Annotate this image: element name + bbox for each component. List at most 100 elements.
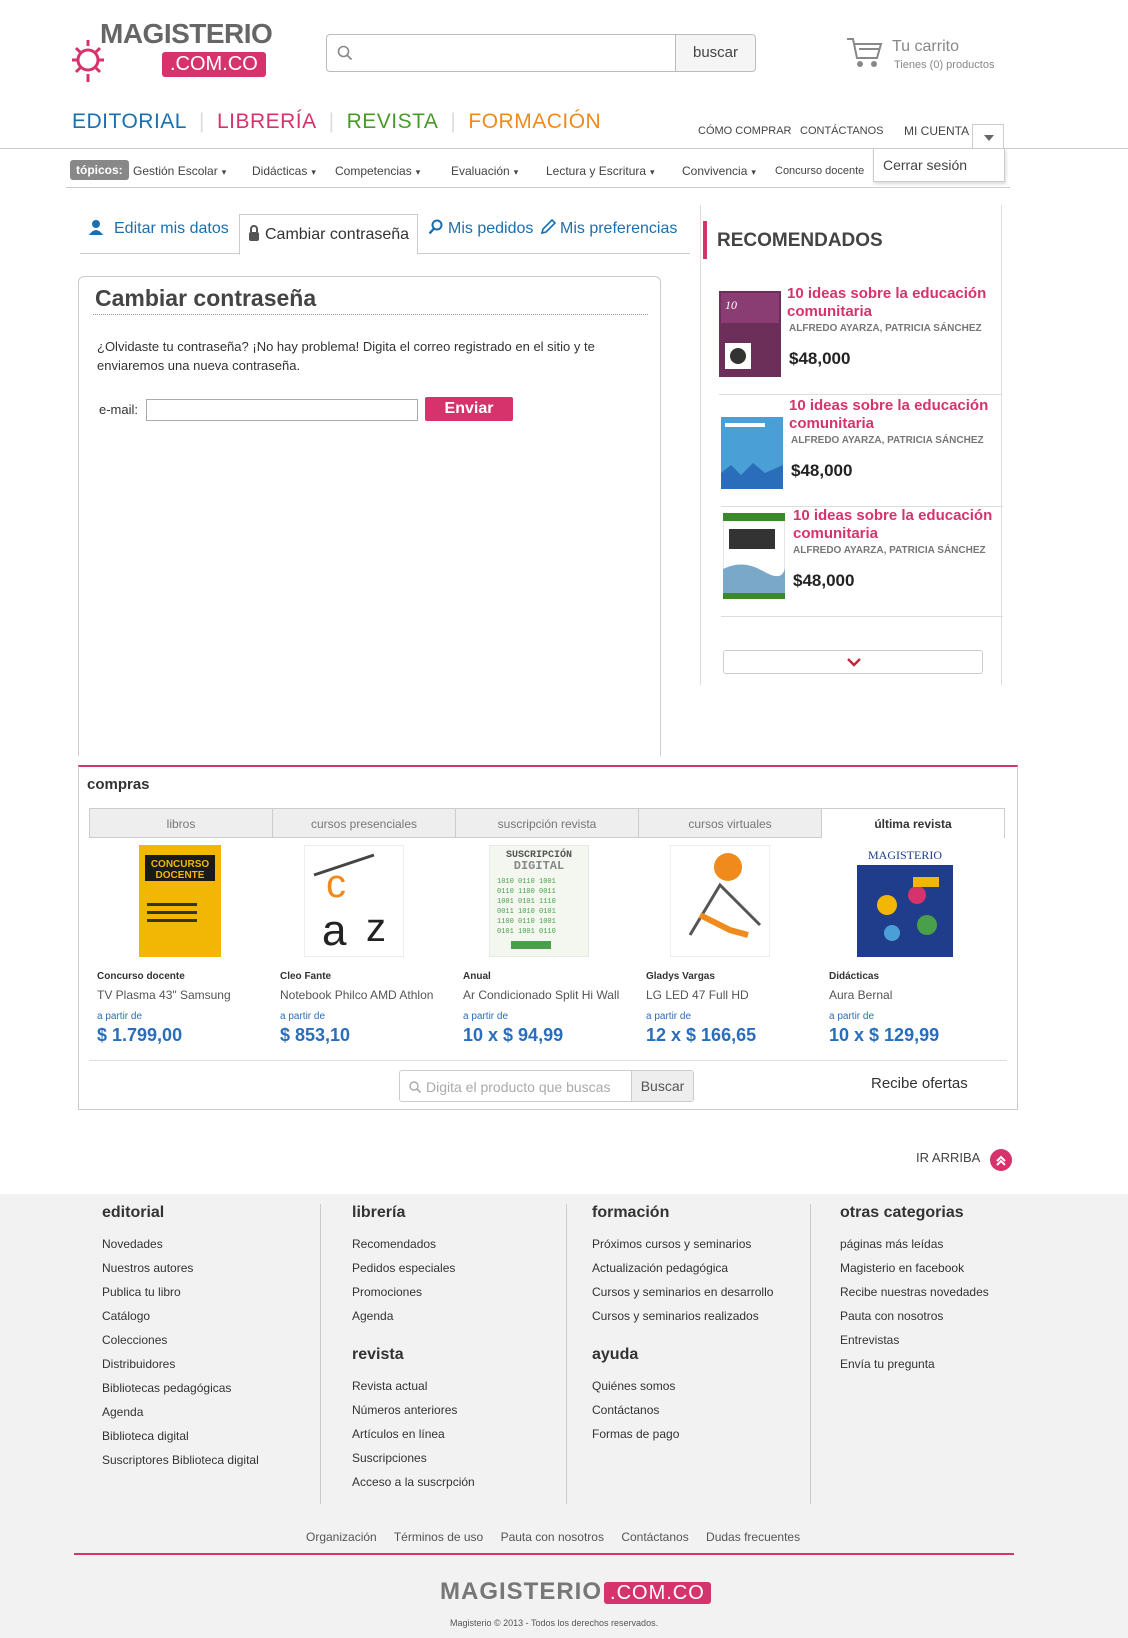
book-title[interactable]: 10 ideas sobre la educación comunitaria — [787, 285, 1007, 321]
tab-last-magazine[interactable]: última revista — [821, 808, 1005, 838]
topic-item[interactable]: Convivencia ▾ — [682, 164, 756, 178]
footer-link[interactable]: Promociones — [352, 1280, 475, 1304]
chevron-up-icon[interactable] — [990, 1149, 1012, 1171]
product-image — [670, 845, 770, 957]
footer-link[interactable]: Pauta con nosotros — [840, 1304, 989, 1328]
footer-bottom-link[interactable]: Dudas frecuentes — [706, 1530, 800, 1544]
tab-change-password[interactable]: Cambiar contraseña — [239, 214, 419, 255]
product-card[interactable]: MAGISTERIO Didácticas Aura Bernal a part… — [817, 845, 991, 1050]
link-mi-cuenta[interactable]: MI CUENTA — [904, 124, 969, 138]
topic-item[interactable]: Gestión Escolar ▾ — [133, 164, 226, 178]
nav-separator: | — [198, 110, 205, 133]
recommended-item[interactable]: 10 ideas sobre la educación comunitaria … — [721, 507, 1003, 617]
product-card[interactable]: c a z Cleo Fante Notebook Philco AMD Ath… — [268, 845, 442, 1050]
footer-link[interactable]: páginas más leídas — [840, 1232, 989, 1256]
footer-link[interactable]: Catálogo — [102, 1304, 259, 1328]
tab-my-orders[interactable]: Mis pedidos — [428, 214, 533, 254]
product-name[interactable]: Aura Bernal — [829, 988, 892, 1002]
product-price: $ 853,10 — [280, 1025, 351, 1045]
product-search-button[interactable]: Buscar — [631, 1071, 693, 1101]
footer-bottom-link[interactable]: Términos de uso — [394, 1530, 483, 1544]
footer-link[interactable]: Magisterio en facebook — [840, 1256, 989, 1280]
logout-menu-item[interactable]: Cerrar sesión — [883, 157, 995, 173]
load-more-button[interactable] — [723, 650, 983, 674]
footer-logo[interactable]: MAGISTERIO .COM.CO — [440, 1578, 711, 1606]
cart[interactable]: Tu carrito Tienes (0) productos — [846, 36, 1026, 76]
product-name[interactable]: Notebook Philco AMD Athlon — [280, 988, 433, 1002]
footer-link[interactable]: Agenda — [102, 1400, 259, 1424]
footer-bottom-link[interactable]: Pauta con nosotros — [501, 1530, 604, 1544]
topic-item[interactable]: Competencias ▾ — [335, 164, 420, 178]
footer-link[interactable]: Quiénes somos — [592, 1374, 773, 1398]
nav-libreria[interactable]: LIBRERÍA — [217, 110, 317, 133]
footer-link[interactable]: Contáctanos — [592, 1398, 773, 1422]
product-search-input[interactable]: Digita el producto que buscas — [426, 1079, 610, 1095]
footer-link[interactable]: Envía tu pregunta — [840, 1352, 989, 1376]
footer-link[interactable]: Recibe nuestras novedades — [840, 1280, 989, 1304]
recommended-item[interactable]: 10 10 ideas sobre la educación comunitar… — [719, 285, 1001, 395]
footer-link[interactable]: Formas de pago — [592, 1422, 773, 1446]
search-button[interactable]: buscar — [675, 35, 755, 71]
account-dropdown-toggle[interactable] — [972, 124, 1004, 150]
product-name[interactable]: TV Plasma 43" Samsung — [97, 988, 231, 1002]
footer-link[interactable]: Artículos en línea — [352, 1422, 475, 1446]
product-card[interactable]: CONCURSO DOCENTE Concurso docente TV Pla… — [85, 845, 259, 1050]
footer-heading: editorial — [102, 1204, 165, 1221]
nav-formacion[interactable]: FORMACIÓN — [468, 110, 601, 133]
tab-my-preferences[interactable]: Mis preferencias — [540, 214, 677, 254]
footer-link[interactable]: Cursos y seminarios realizados — [592, 1304, 773, 1328]
footer-link[interactable]: Entrevistas — [840, 1328, 989, 1352]
tab-subscription[interactable]: suscripción revista — [455, 808, 639, 838]
tab-virtual-courses[interactable]: cursos virtuales — [638, 808, 822, 838]
footer-link[interactable]: Pedidos especiales — [352, 1256, 475, 1280]
footer-link[interactable]: Publica tu libro — [102, 1280, 259, 1304]
footer-link[interactable]: Novedades — [102, 1232, 259, 1256]
product-card[interactable]: Gladys Vargas LG LED 47 Full HD a partir… — [634, 845, 808, 1050]
topic-item[interactable]: Didácticas ▾ — [252, 164, 316, 178]
footer-link[interactable]: Acceso a la suscrpción — [352, 1470, 475, 1494]
topic-item[interactable]: Lectura y Escritura ▾ — [546, 164, 655, 178]
footer-link[interactable]: Recomendados — [352, 1232, 475, 1256]
shopping-tabs: libros cursos presenciales suscripción r… — [89, 808, 1007, 838]
topic-item[interactable]: Concurso docente — [775, 165, 864, 177]
shopping-divider — [89, 1060, 1007, 1061]
nav-revista[interactable]: REVISTA — [347, 110, 439, 133]
tab-books[interactable]: libros — [89, 808, 273, 838]
footer-link[interactable]: Revista actual — [352, 1374, 475, 1398]
book-title[interactable]: 10 ideas sobre la educación comunitaria — [793, 507, 1013, 543]
footer-link[interactable]: Bibliotecas pedagógicas — [102, 1376, 259, 1400]
site-logo[interactable]: MAGISTERIO .COM.CO — [70, 14, 273, 94]
tab-edit-profile[interactable]: Editar mis datos — [88, 214, 229, 254]
back-to-top-link[interactable]: IR ARRIBA — [916, 1150, 980, 1165]
product-card[interactable]: SUSCRIPCIÓN DIGITAL 1010 0110 1001 0110 1… — [451, 845, 625, 1050]
footer-link[interactable]: Agenda — [352, 1304, 475, 1328]
topic-label: Competencias — [335, 164, 412, 178]
footer-link[interactable]: Nuestros autores — [102, 1256, 259, 1280]
topic-item[interactable]: Evaluación ▾ — [451, 164, 518, 178]
footer-link[interactable]: Colecciones — [102, 1328, 259, 1352]
link-como-comprar[interactable]: CÓMO COMPRAR — [698, 125, 792, 137]
footer-link[interactable]: Actualización pedagógica — [592, 1256, 773, 1280]
product-name[interactable]: Ar Condicionado Split Hi Wall — [463, 988, 619, 1002]
footer-link[interactable]: Cursos y seminarios en desarrollo — [592, 1280, 773, 1304]
main-nav: EDITORIAL | LIBRERÍA | REVISTA | FORMACIÓN — [72, 110, 613, 134]
footer-link[interactable]: Biblioteca digital — [102, 1424, 259, 1448]
send-button[interactable]: Enviar — [425, 397, 513, 421]
footer-link[interactable]: Distribuidores — [102, 1352, 259, 1376]
tab-courses[interactable]: cursos presenciales — [272, 808, 456, 838]
email-field[interactable] — [146, 399, 418, 421]
footer-link[interactable]: Suscripciones — [352, 1446, 475, 1470]
nav-editorial[interactable]: EDITORIAL — [72, 110, 187, 133]
footer-logo-domain: .COM.CO — [604, 1582, 711, 1604]
search-input[interactable] — [361, 39, 661, 67]
footer-bottom-link[interactable]: Contáctanos — [621, 1530, 688, 1544]
footer-bottom-link[interactable]: Organización — [306, 1530, 377, 1544]
footer-link[interactable]: Números anteriores — [352, 1398, 475, 1422]
link-contactanos[interactable]: CONTÁCTANOS — [800, 125, 884, 137]
offers-link[interactable]: Recibe ofertas — [871, 1075, 968, 1092]
footer-link[interactable]: Suscriptores Biblioteca digital — [102, 1448, 259, 1472]
recommended-item[interactable]: 10 ideas sobre la educación comunitaria … — [721, 397, 1003, 507]
product-name[interactable]: LG LED 47 Full HD — [646, 988, 749, 1002]
footer-link[interactable]: Próximos cursos y seminarios — [592, 1232, 773, 1256]
book-title[interactable]: 10 ideas sobre la educación comunitaria — [789, 397, 1009, 433]
